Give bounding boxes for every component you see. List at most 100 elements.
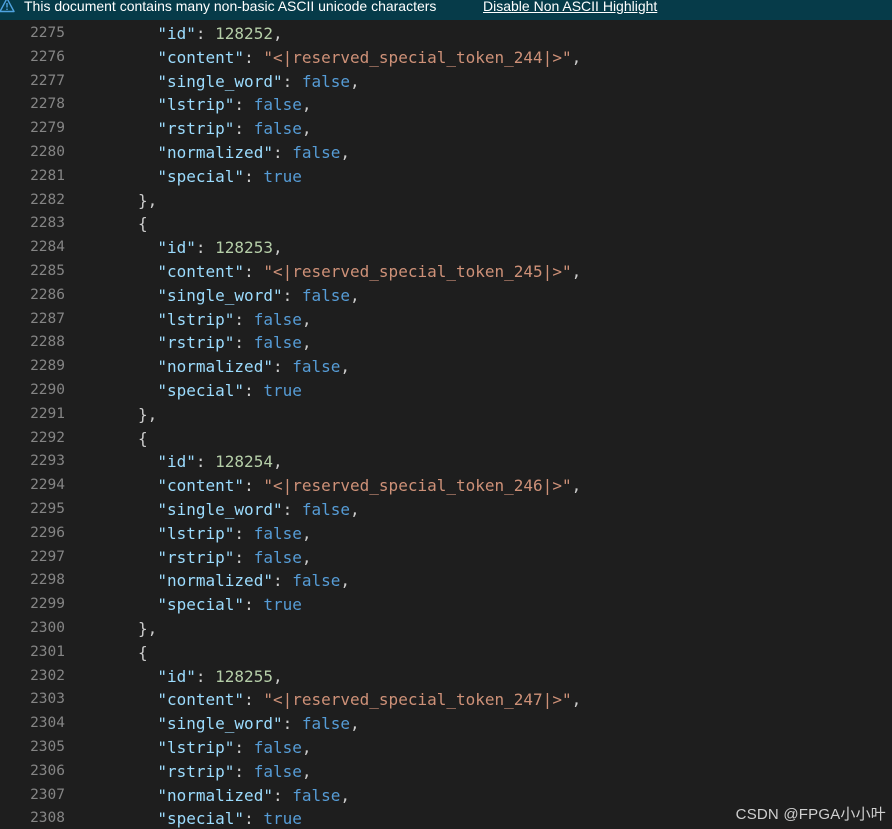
code-text: "single_word": false, [157,284,359,308]
code-line[interactable]: 2282}, [0,189,892,213]
json-punctuation: , [302,762,312,781]
json-punctuation: , [302,119,312,138]
code-line[interactable]: 2291}, [0,403,892,427]
code-line[interactable]: 2297"rstrip": false, [0,546,892,570]
line-number: 2276 [0,46,65,70]
json-punctuation: { [138,429,148,448]
line-number: 2278 [0,93,65,117]
json-punctuation: , [302,524,312,543]
code-line[interactable]: 2301{ [0,641,892,665]
code-line[interactable]: 2278"lstrip": false, [0,93,892,117]
banner-message: This document contains many non-basic AS… [24,0,436,15]
code-line[interactable]: 2292 { [0,427,892,451]
warning-icon [0,0,15,13]
code-line[interactable]: 2296 "lstrip": false, [0,522,892,546]
json-punctuation: , [302,738,312,757]
code-text: "single_word": false, [157,712,359,736]
json-punctuation: : [234,548,253,567]
json-string: "<|reserved_special_token_247|>" [263,690,571,709]
json-punctuation: : [234,524,253,543]
code-text: "normalized": false, [157,141,350,165]
json-boolean: false [302,714,350,733]
json-punctuation: , [350,714,360,733]
json-punctuation: : [234,762,253,781]
json-punctuation: , [572,48,582,67]
code-line[interactable]: 2290"special": true [0,379,892,403]
json-punctuation: : [283,72,302,91]
json-punctuation: , [302,310,312,329]
code-line[interactable]: 2287"lstrip": false, [0,308,892,332]
code-text: "normalized": false, [157,784,350,808]
code-line[interactable]: 2289"normalized": false, [0,355,892,379]
code-text: "id": 128255, [157,665,282,689]
json-key: "content" [157,48,244,67]
json-punctuation: : [283,714,302,733]
json-key: "id" [157,238,196,257]
json-punctuation: , [302,95,312,114]
code-line[interactable]: 2306"rstrip": false, [0,760,892,784]
line-number: 2292 [0,427,65,451]
line-number: 2296 [0,522,65,546]
json-key: "single_word" [157,714,282,733]
code-line[interactable]: 2280"normalized": false, [0,141,892,165]
non-ascii-warning-banner: This document contains many non-basic AS… [0,0,892,20]
line-number: 2279 [0,117,65,141]
line-number: 2289 [0,355,65,379]
json-punctuation: : [283,286,302,305]
code-line[interactable]: 2295"single_word": false, [0,498,892,522]
code-line[interactable]: 2283{ [0,212,892,236]
json-string: "<|reserved_special_token_245|>" [263,262,571,281]
line-number: 2303 [0,688,65,712]
line-number: 2306 [0,760,65,784]
json-punctuation: : [244,381,263,400]
json-key: "lstrip" [157,310,234,329]
json-number: 128252 [215,24,273,43]
code-line[interactable]: 2304"single_word": false, [0,712,892,736]
code-text: "lstrip": false, [157,522,311,546]
line-number: 2302 [0,665,65,689]
json-punctuation: , [273,452,283,471]
json-boolean: false [292,143,340,162]
json-boolean: false [302,286,350,305]
code-line[interactable]: 2288"rstrip": false, [0,331,892,355]
code-line[interactable]: 2302 "id": 128255, [0,665,892,689]
code-line[interactable]: 2298"normalized": false, [0,569,892,593]
json-punctuation: : [244,690,263,709]
line-number: 2299 [0,593,65,617]
code-line[interactable]: 2293"id": 128254, [0,450,892,474]
json-key: "rstrip" [157,333,234,352]
code-line[interactable]: 2275"id": 128252, [0,22,892,46]
code-line[interactable]: 2276"content": "<|reserved_special_token… [0,46,892,70]
code-line[interactable]: 2277"single_word": false, [0,70,892,94]
code-line[interactable]: 2281"special": true [0,165,892,189]
code-text: "content": "<|reserved_special_token_245… [157,260,581,284]
code-text: "lstrip": false, [157,308,311,332]
line-number: 2285 [0,260,65,284]
code-line[interactable]: 2285 "content": "<|reserved_special_token… [0,260,892,284]
json-key: "content" [157,262,244,281]
code-line[interactable]: 2303"content": "<|reserved_special_token… [0,688,892,712]
code-text: "rstrip": false, [157,331,311,355]
line-number: 2294 [0,474,65,498]
json-key: "rstrip" [157,119,234,138]
disable-non-ascii-highlight-link[interactable]: Disable Non ASCII Highlight [483,0,657,15]
code-line[interactable]: 2305"lstrip": false, [0,736,892,760]
code-editor[interactable]: 2275"id": 128252,2276"content": "<|reser… [0,22,892,829]
json-string: "<|reserved_special_token_244|>" [263,48,571,67]
json-punctuation: , [302,333,312,352]
code-line[interactable]: 2286"single_word": false, [0,284,892,308]
json-boolean: false [292,571,340,590]
code-line[interactable]: 2299"special": true [0,593,892,617]
code-line[interactable]: 2279"rstrip": false, [0,117,892,141]
code-line[interactable]: 2294"content": "<|reserved_special_token… [0,474,892,498]
code-line[interactable]: 2300}, [0,617,892,641]
line-number: 2297 [0,546,65,570]
json-punctuation: : [283,500,302,519]
line-number: 2275 [0,22,65,46]
json-punctuation: , [350,500,360,519]
line-number: 2277 [0,70,65,94]
code-text: "special": true [157,379,302,403]
json-key: "normalized" [157,786,273,805]
code-line[interactable]: 2284"id": 128253, [0,236,892,260]
json-punctuation: : [234,738,253,757]
